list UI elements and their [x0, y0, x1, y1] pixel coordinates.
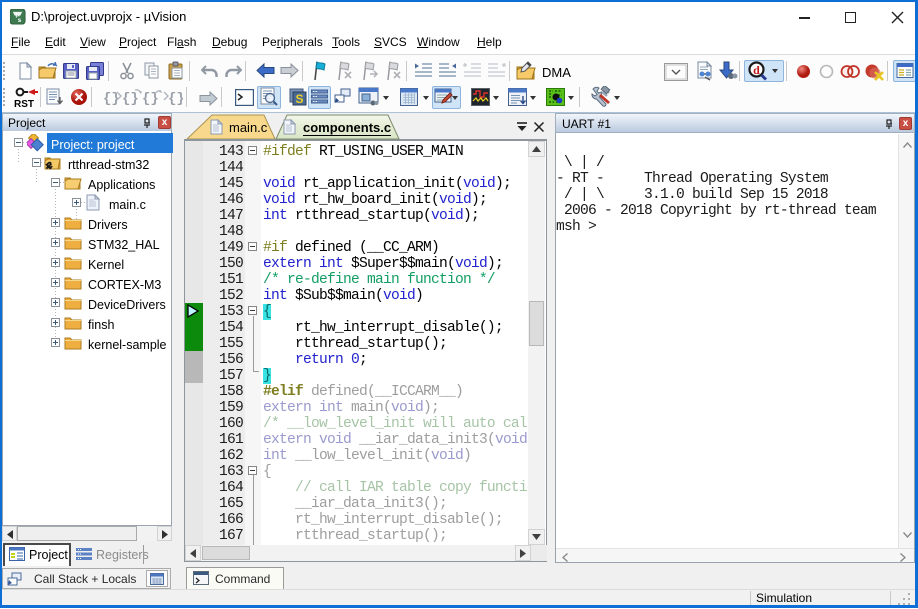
svg-text:d: d: [753, 63, 760, 77]
svg-text:{}: {}: [122, 91, 139, 106]
svg-text:{}: {}: [168, 91, 183, 106]
svg-text:s: s: [18, 17, 22, 24]
svg-text:{}: {}: [142, 91, 159, 106]
svg-text:S: S: [295, 92, 303, 106]
svg-text:RST: RST: [14, 99, 34, 109]
